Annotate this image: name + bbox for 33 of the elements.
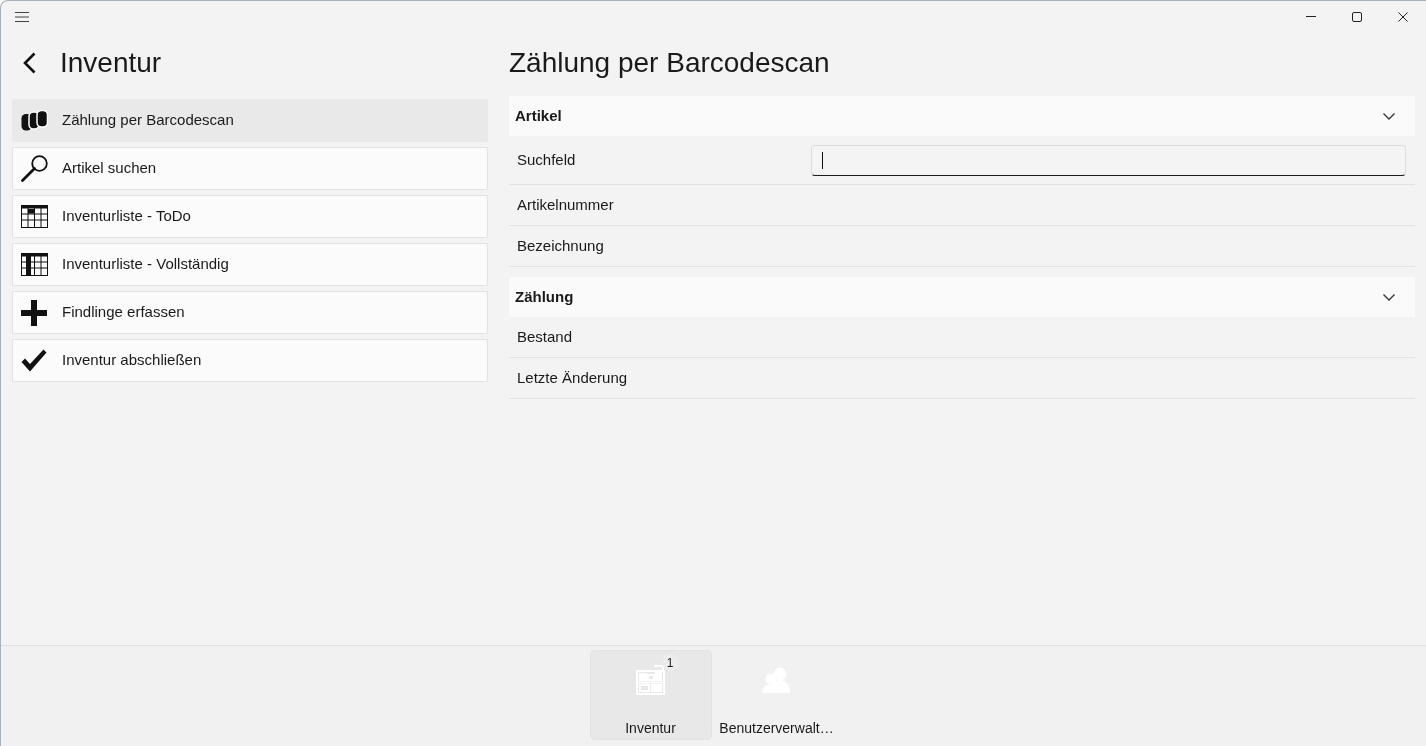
nav-menu-item[interactable]: Inventurliste - ToDo (12, 195, 488, 238)
section-header[interactable]: Artikel (509, 96, 1415, 136)
barcode-icon (21, 110, 48, 131)
nav-menu-item[interactable]: Inventur abschließen (12, 339, 488, 382)
section-title: Artikel (515, 105, 562, 126)
field-label: Bestand (517, 326, 573, 347)
menu-icon (15, 11, 29, 22)
text-cursor (822, 151, 823, 169)
back-button[interactable] (21, 50, 37, 76)
table-icon (21, 253, 48, 276)
field-label: Bezeichnung (517, 235, 604, 256)
nav-menu-item[interactable]: Artikel suchen (12, 147, 488, 190)
search-input-field[interactable] (811, 144, 1406, 176)
nav-menu-item[interactable]: Inventurliste - Vollständig (12, 243, 488, 286)
maximize-icon (1352, 11, 1362, 22)
app-tab[interactable]: Benutzerverwalt… (715, 650, 838, 740)
field-label: Artikelnummer (517, 194, 614, 215)
search-icon (21, 155, 48, 182)
field-label: Letzte Änderung (517, 367, 628, 388)
page-title: Zählung per Barcodescan (509, 49, 830, 77)
section-title: Zählung (515, 286, 574, 307)
close-icon (1398, 11, 1408, 22)
nav-menu-item[interactable]: Findlinge erfassen (12, 291, 488, 334)
field-label: Suchfeld (517, 149, 577, 170)
check-icon (21, 349, 47, 372)
plus-icon (21, 299, 47, 326)
app-tab[interactable]: Inventur 1 (589, 650, 712, 740)
section-header[interactable]: Zählung (509, 277, 1415, 317)
count-badge: 1 (661, 654, 679, 671)
table-icon (21, 205, 48, 228)
nav-menu-item[interactable]: Zählung per Barcodescan (12, 99, 488, 142)
pane-title: Inventur (60, 49, 162, 77)
minimize-icon (1306, 16, 1316, 17)
